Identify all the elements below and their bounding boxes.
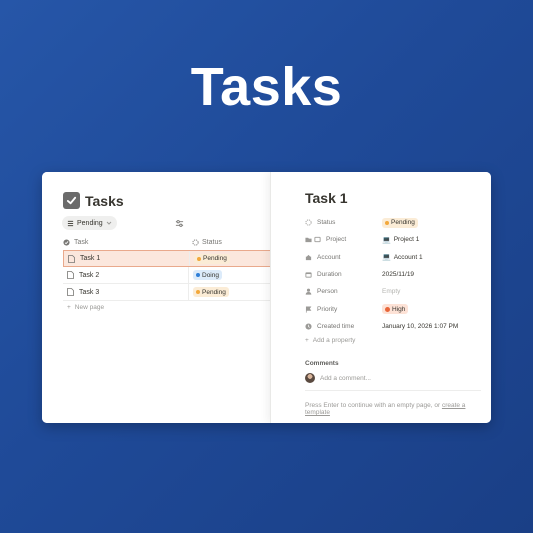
table-rows: Task 1 Pending Task 2 Doing Task 3 Pendi…	[63, 250, 271, 301]
database-view: Tasks Pending Task Status Task 1 Pending…	[42, 172, 271, 423]
flag-icon	[305, 306, 312, 313]
laptop-icon: 💻	[382, 254, 391, 262]
account-link[interactable]: Account 1	[394, 254, 423, 261]
page-icon	[68, 254, 75, 263]
comment-input[interactable]: Add a comment...	[305, 373, 371, 383]
task-name: Task 3	[79, 288, 100, 296]
chevron-down-icon	[106, 221, 112, 225]
avatar	[305, 373, 315, 383]
folder-icon	[305, 238, 312, 243]
column-header: Task Status	[63, 236, 271, 249]
account-icon	[305, 254, 312, 260]
clock-icon	[305, 323, 312, 330]
page-icon	[67, 271, 74, 279]
settings-icon[interactable]	[175, 219, 184, 228]
laptop-icon: 💻	[382, 236, 391, 244]
divider	[305, 390, 481, 391]
checkbox-circle-icon	[63, 239, 70, 246]
column-header-status[interactable]: Status	[192, 239, 222, 246]
property-person[interactable]: Person Empty	[305, 283, 491, 300]
filter-chip[interactable]: Pending	[62, 216, 117, 230]
page-peek: Task 1 Status Pending Project 💻 Project …	[270, 172, 491, 423]
property-duration[interactable]: Duration 2025/11/19	[305, 266, 491, 283]
person-icon	[305, 288, 312, 295]
property-status[interactable]: Status Pending	[305, 214, 491, 231]
database-title-text: Tasks	[85, 192, 124, 209]
property-project[interactable]: Project 💻 Project 1	[305, 231, 491, 248]
comment-placeholder: Add a comment...	[320, 374, 371, 382]
table-row[interactable]: Task 1 Pending	[63, 250, 271, 267]
status-icon	[305, 219, 312, 226]
calendar-icon	[305, 272, 312, 278]
hero-title: Tasks	[190, 57, 343, 117]
notion-window: Tasks Pending Task Status Task 1 Pending…	[42, 172, 491, 423]
properties-list: Status Pending Project 💻 Project 1 Accou…	[305, 214, 491, 335]
plus-icon: +	[67, 304, 71, 311]
checkbox-icon	[63, 192, 80, 209]
list-icon	[67, 220, 74, 226]
status-badge[interactable]: Doing	[193, 270, 222, 280]
status-badge[interactable]: Pending	[382, 217, 418, 228]
database-title: Tasks	[63, 192, 124, 209]
table-row[interactable]: Task 3 Pending	[63, 284, 271, 301]
empty-page-hint: Press Enter to continue with an empty pa…	[305, 402, 466, 416]
status-badge[interactable]: Pending	[194, 253, 230, 264]
task-name: Task 1	[80, 255, 101, 262]
new-page-button[interactable]: + New page	[67, 304, 104, 311]
comments-label: Comments	[305, 360, 339, 367]
priority-badge[interactable]: High	[382, 304, 409, 315]
property-priority[interactable]: Priority High	[305, 300, 491, 317]
status-badge[interactable]: Pending	[193, 287, 229, 297]
status-icon	[192, 239, 199, 246]
task-name: Task 2	[79, 271, 100, 279]
property-account[interactable]: Account 💻 Account 1	[305, 249, 491, 266]
table-row[interactable]: Task 2 Doing	[63, 267, 271, 284]
column-header-task[interactable]: Task	[63, 239, 192, 246]
plus-icon: +	[305, 337, 309, 344]
project-link[interactable]: Project 1	[394, 236, 420, 243]
page-title[interactable]: Task 1	[305, 190, 348, 206]
page-icon	[67, 288, 74, 296]
filter-label: Pending	[77, 219, 103, 227]
add-property-button[interactable]: + Add a property	[305, 337, 355, 344]
property-created-time[interactable]: Created time January 10, 2026 1:07 PM	[305, 318, 491, 335]
relation-icon	[314, 237, 321, 243]
